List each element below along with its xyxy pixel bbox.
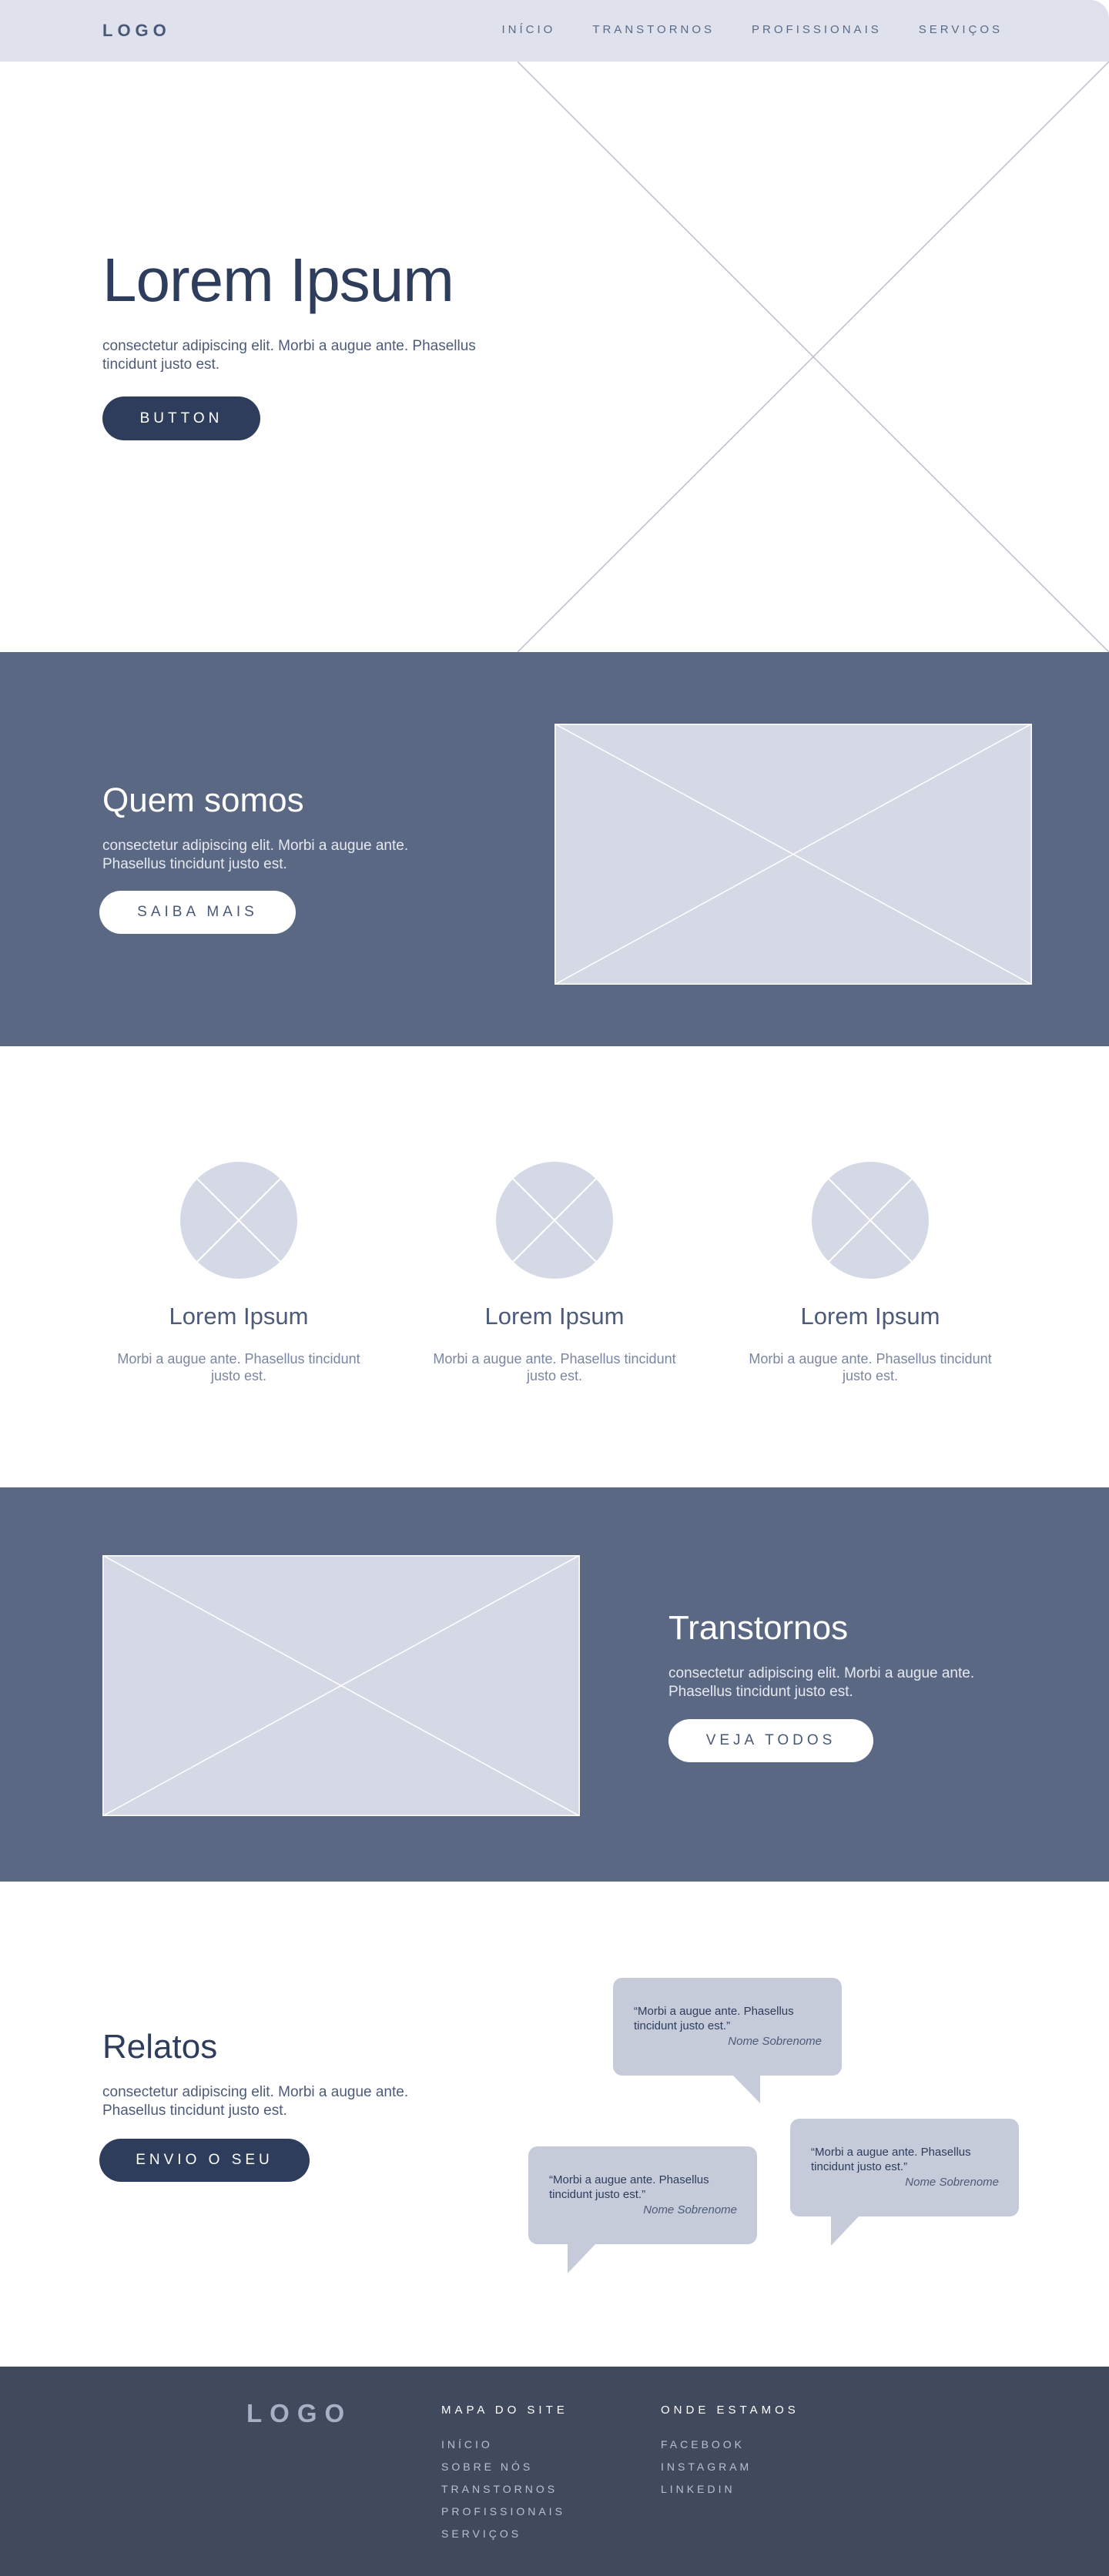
testimonial-bubble: “Morbi a augue ante. Phasellus tincidunt… xyxy=(790,2119,1019,2246)
hero-text: consectetur adipiscing elit. Morbi a aug… xyxy=(102,338,476,373)
nav-link-servicos[interactable]: SERVIÇOS xyxy=(919,23,1003,36)
sitemap-title: MAPA DO SITE xyxy=(441,2404,568,2417)
hero-button[interactable]: BUTTON xyxy=(102,396,260,440)
features-section: Lorem Ipsum Morbi a augue ante. Phasellu… xyxy=(0,1046,1109,1487)
footer-link-linkedin[interactable]: LINKEDIN xyxy=(661,2478,799,2501)
feature-image-placeholder xyxy=(496,1162,613,1279)
saiba-mais-button[interactable]: SAIBA MAIS xyxy=(99,891,296,934)
footer-logo[interactable]: LOGO xyxy=(246,2399,352,2428)
feature-image-placeholder xyxy=(812,1162,929,1279)
bubble-tail xyxy=(732,2075,760,2103)
footer-link-profissionais[interactable]: PROFISSIONAIS xyxy=(441,2501,568,2523)
disorders-section: Transtornos consectetur adipiscing elit.… xyxy=(0,1487,1109,1882)
testimonial-author: Nome Sobrenome xyxy=(728,2035,822,2048)
feature-text: Morbi a augue ante. Phasellus tincidunt … xyxy=(117,1351,360,1383)
feature-text: Morbi a augue ante. Phasellus tincidunt … xyxy=(433,1351,676,1383)
about-title: Quem somos xyxy=(102,781,304,819)
footer-link-sobre-nos[interactable]: SOBRE NÓS xyxy=(441,2456,568,2478)
top-nav: LOGO INÍCIO TRANSTORNOS PROFISSIONAIS SE… xyxy=(0,0,1109,62)
nav-menu: INÍCIO TRANSTORNOS PROFISSIONAIS SERVIÇO… xyxy=(501,23,1003,36)
feature-title: Lorem Ipsum xyxy=(800,1303,940,1330)
testimonial-bubble: “Morbi a augue ante. Phasellus tincidunt… xyxy=(528,2146,757,2273)
feature-card: Lorem Ipsum Morbi a augue ante. Phasellu… xyxy=(424,1161,685,1384)
footer-link-inicio[interactable]: INÍCIO xyxy=(441,2434,568,2456)
hero-section: Lorem Ipsum consectetur adipiscing elit.… xyxy=(0,62,1109,652)
veja-todos-button[interactable]: VEJA TODOS xyxy=(668,1719,873,1762)
hero-title: Lorem Ipsum xyxy=(102,246,454,314)
about-image-placeholder xyxy=(554,724,1032,985)
feature-card: Lorem Ipsum Morbi a augue ante. Phasellu… xyxy=(739,1161,1001,1384)
footer-link-transtornos[interactable]: TRANSTORNOS xyxy=(441,2478,568,2501)
nav-link-transtornos[interactable]: TRANSTORNOS xyxy=(592,23,715,36)
feature-card: Lorem Ipsum Morbi a augue ante. Phasellu… xyxy=(108,1161,370,1384)
feature-text: Morbi a augue ante. Phasellus tincidunt … xyxy=(749,1351,992,1383)
nav-link-profissionais[interactable]: PROFISSIONAIS xyxy=(752,23,882,36)
footer: LOGO MAPA DO SITE INÍCIO SOBRE NÓS TRANS… xyxy=(0,2367,1109,2576)
page: LOGO INÍCIO TRANSTORNOS PROFISSIONAIS SE… xyxy=(0,0,1109,2576)
feature-title: Lorem Ipsum xyxy=(484,1303,625,1330)
envio-o-seu-button[interactable]: ENVIO O SEU xyxy=(99,2139,310,2182)
testimonials-section: Relatos consectetur adipiscing elit. Mor… xyxy=(0,1882,1109,2367)
testimonial-quote: “Morbi a augue ante. Phasellus tincidunt… xyxy=(811,2146,971,2173)
disorders-text: consectetur adipiscing elit. Morbi a aug… xyxy=(668,1665,975,1700)
testimonials-text: consectetur adipiscing elit. Morbi a aug… xyxy=(102,2084,409,2119)
location-title: ONDE ESTAMOS xyxy=(661,2404,799,2417)
testimonial-quote: “Morbi a augue ante. Phasellus tincidunt… xyxy=(549,2173,709,2201)
testimonial-quote: “Morbi a augue ante. Phasellus tincidunt… xyxy=(634,2005,794,2032)
testimonial-author: Nome Sobrenome xyxy=(643,2203,737,2216)
disorders-image-placeholder xyxy=(102,1555,580,1816)
footer-location: ONDE ESTAMOS FACEBOOK INSTAGRAM LINKEDIN xyxy=(661,2404,799,2501)
testimonials-title: Relatos xyxy=(102,2028,218,2066)
disorders-title: Transtornos xyxy=(668,1609,849,1647)
footer-link-instagram[interactable]: INSTAGRAM xyxy=(661,2456,799,2478)
bubble-tail xyxy=(568,2244,595,2273)
about-section: Quem somos consectetur adipiscing elit. … xyxy=(0,652,1109,1046)
testimonial-bubble: “Morbi a augue ante. Phasellus tincidunt… xyxy=(613,1978,842,2103)
feature-title: Lorem Ipsum xyxy=(169,1303,309,1330)
hero-image-placeholder xyxy=(518,62,1109,652)
feature-image-placeholder xyxy=(180,1162,297,1279)
footer-sitemap: MAPA DO SITE INÍCIO SOBRE NÓS TRANSTORNO… xyxy=(441,2404,568,2545)
nav-link-inicio[interactable]: INÍCIO xyxy=(501,23,555,36)
about-text: consectetur adipiscing elit. Morbi a aug… xyxy=(102,838,409,872)
testimonial-author: Nome Sobrenome xyxy=(905,2176,999,2189)
bubble-tail xyxy=(831,2216,859,2246)
nav-logo[interactable]: LOGO xyxy=(102,21,171,41)
footer-link-facebook[interactable]: FACEBOOK xyxy=(661,2434,799,2456)
footer-link-servicos[interactable]: SERVIÇOS xyxy=(441,2523,568,2545)
